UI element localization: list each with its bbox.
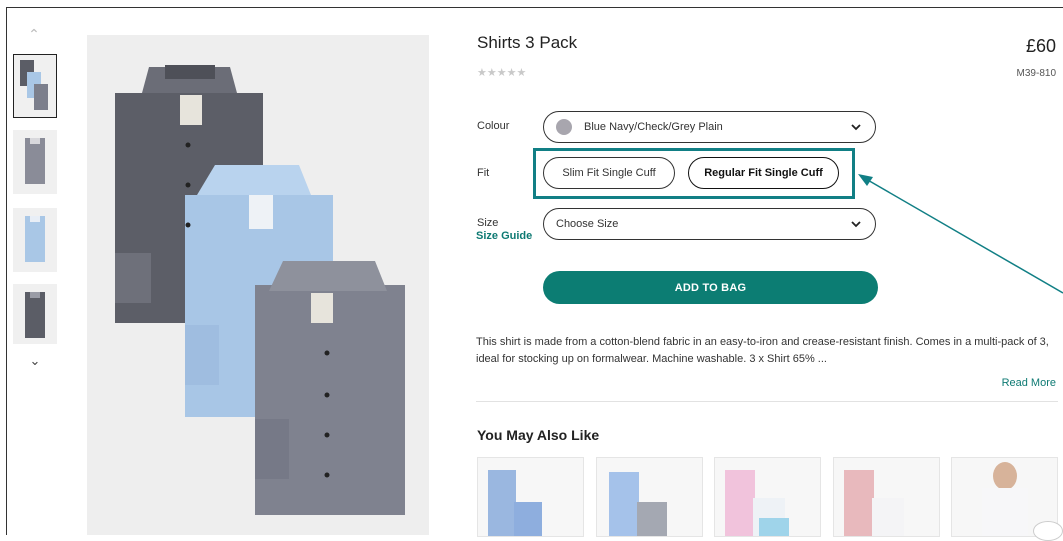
size-guide-link[interactable]: Size Guide <box>476 230 532 242</box>
thumbnail-4[interactable] <box>13 284 57 344</box>
recommendation-item-4[interactable] <box>833 457 940 537</box>
thumbnail-3[interactable] <box>13 208 57 272</box>
fit-option-regular[interactable]: Regular Fit Single Cuff <box>688 157 839 189</box>
thumbnail-2[interactable] <box>13 130 57 194</box>
recommendation-item-2[interactable] <box>596 457 703 537</box>
main-product-image <box>87 35 429 535</box>
size-label: Size <box>477 217 499 229</box>
thumbnails-up-icon[interactable]: ⌃ <box>27 27 41 41</box>
fit-label: Fit <box>477 167 490 179</box>
shirt-blue-grey-icon <box>609 472 667 536</box>
size-placeholder: Choose Size <box>556 218 619 230</box>
scroll-next-button[interactable] <box>1033 521 1063 541</box>
recommendation-item-1[interactable] <box>477 457 584 537</box>
colour-label: Colour <box>477 120 510 132</box>
colour-swatch <box>556 119 572 135</box>
add-to-bag-button[interactable]: ADD TO BAG <box>543 271 878 304</box>
shirt-pink-pack-icon <box>725 470 789 536</box>
size-select[interactable]: Choose Size <box>543 208 876 240</box>
recommendation-item-3[interactable] <box>714 457 821 537</box>
shirt-blue-pack-icon <box>488 470 542 536</box>
product-description: This shirt is made from a cotton-blend f… <box>476 336 1049 365</box>
chevron-down-icon <box>851 221 861 228</box>
shirt-pack-icon <box>20 60 48 110</box>
chevron-down-icon <box>851 124 861 131</box>
product-price: £60 <box>1025 36 1056 56</box>
rating-stars[interactable]: ★★★★★ <box>477 66 526 79</box>
fit-option-slim[interactable]: Slim Fit Single Cuff <box>543 157 675 189</box>
shirts-image <box>115 65 405 515</box>
recommendations-heading: You May Also Like <box>477 427 600 443</box>
thumbnail-1[interactable] <box>13 54 57 118</box>
thumbnails-down-icon[interactable]: ⌄ <box>28 354 42 367</box>
product-code: M39-810 <box>1016 68 1056 79</box>
colour-value: Blue Navy/Check/Grey Plain <box>584 121 723 133</box>
read-more-link[interactable]: Read More <box>1002 377 1056 389</box>
shirt-blue-icon <box>25 216 45 262</box>
shirt-check-icon <box>25 138 45 184</box>
shirt-navy-icon <box>25 292 45 338</box>
product-title: Shirts 3 Pack <box>477 33 578 52</box>
colour-select[interactable]: Blue Navy/Check/Grey Plain <box>543 111 876 143</box>
divider <box>476 401 1058 402</box>
shirt-peach-pack-icon <box>844 470 904 536</box>
